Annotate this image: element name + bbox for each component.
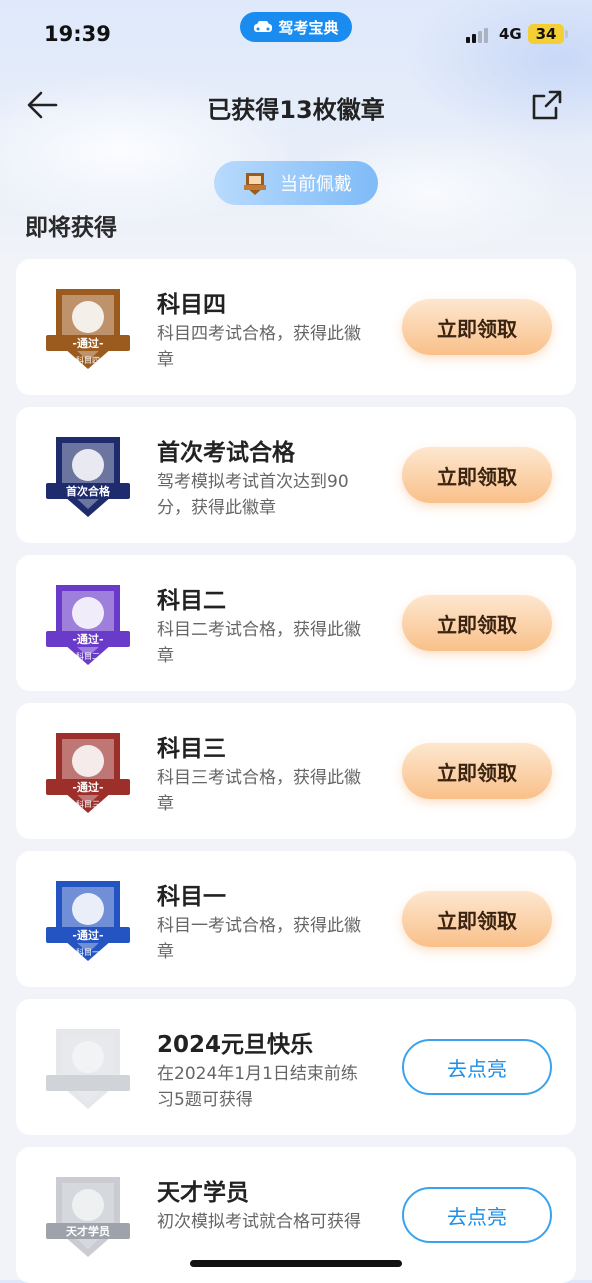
badge-description: 驾考模拟考试首次达到90分，获得此徽章 — [157, 472, 349, 518]
badge-card: -通过- 科目四 科目四 科目四考试合格，获得此徽章 立即领取 — [16, 259, 576, 395]
app-return-pill[interactable]: 驾考宝典 — [240, 12, 352, 42]
app-pill-label: 驾考宝典 — [278, 18, 339, 37]
light-up-button[interactable]: 去点亮 — [402, 1187, 552, 1243]
battery-icon: 34 — [528, 24, 568, 44]
signal-icon — [466, 28, 488, 43]
home-indicator — [190, 1260, 402, 1267]
badge-title: 2024元旦快乐 — [157, 1032, 314, 1058]
badge-title: 科目三 — [157, 736, 226, 762]
badge-title: 科目四 — [157, 292, 226, 318]
first-exam-pass-badge-icon: 首次合格 — [46, 437, 130, 517]
badge-ribbon-text: -通过- — [72, 632, 103, 646]
claim-button[interactable]: 立即领取 — [402, 743, 552, 799]
current-wearing-label: 当前佩戴 — [280, 174, 352, 195]
claim-button[interactable]: 立即领取 — [402, 891, 552, 947]
share-icon[interactable] — [530, 88, 564, 122]
badge-card: 首次合格 首次考试合格 驾考模拟考试首次达到90分，获得此徽章 立即领取 — [16, 407, 576, 543]
status-time: 19:39 — [44, 22, 111, 46]
badge-description: 科目四考试合格，获得此徽章 — [157, 324, 361, 370]
badge-ribbon-text: -通过- — [72, 780, 103, 794]
badge-ribbon-text: -通过- — [72, 336, 103, 350]
genius-student-badge-icon: 天才学员 — [46, 1177, 130, 1257]
subject-four-badge-icon: -通过- 科目四 — [46, 289, 130, 369]
badge-description: 在2024年1月1日结束前练习5题可获得 — [157, 1064, 358, 1110]
subject-one-badge-icon: -通过- 科目一 — [46, 881, 130, 961]
badge-card: -通过- 科目二 科目二 科目二考试合格，获得此徽章 立即领取 — [16, 555, 576, 691]
car-icon — [254, 21, 273, 32]
badge-description: 科目一考试合格，获得此徽章 — [157, 916, 361, 962]
badge-title: 科目二 — [157, 588, 226, 614]
badge-ribbon-text: -通过- — [72, 928, 103, 942]
subject-three-badge-icon: -通过- 科目三 — [46, 733, 130, 813]
badge-description: 初次模拟考试就合格可获得 — [157, 1212, 361, 1232]
badge-sub-text: 科目一 — [76, 947, 100, 957]
current-badge-icon — [244, 173, 266, 195]
badge-sub-text: 科目三 — [76, 799, 100, 809]
badge-ribbon-text: 首次合格 — [66, 484, 111, 498]
claim-button[interactable]: 立即领取 — [402, 447, 552, 503]
badge-ribbon-text: 天才学员 — [66, 1224, 110, 1238]
claim-button[interactable]: 立即领取 — [402, 595, 552, 651]
badge-title: 科目一 — [157, 884, 226, 910]
badge-title: 天才学员 — [157, 1180, 249, 1206]
badge-card: -通过- 科目三 科目三 科目三考试合格，获得此徽章 立即领取 — [16, 703, 576, 839]
nav-bar: 已获得13枚徽章 — [0, 80, 592, 130]
badge-description: 科目三考试合格，获得此徽章 — [157, 768, 361, 814]
page-title: 已获得13枚徽章 — [207, 96, 385, 124]
battery-level: 34 — [535, 25, 557, 43]
current-wearing-button[interactable]: 当前佩戴 — [214, 161, 378, 205]
badge-title: 首次考试合格 — [157, 440, 295, 466]
status-bar: 19:39 驾考宝典 4G 34 — [0, 0, 592, 70]
section-title-upcoming: 即将获得 — [25, 215, 117, 241]
badge-description: 科目二考试合格，获得此徽章 — [157, 620, 361, 666]
badge-sub-text: 科目二 — [76, 651, 100, 661]
network-type: 4G — [499, 25, 522, 43]
new-year-2024-badge-icon — [46, 1029, 130, 1109]
subject-two-badge-icon: -通过- 科目二 — [46, 585, 130, 665]
claim-button[interactable]: 立即领取 — [402, 299, 552, 355]
badge-card: -通过- 科目一 科目一 科目一考试合格，获得此徽章 立即领取 — [16, 851, 576, 987]
light-up-button[interactable]: 去点亮 — [402, 1039, 552, 1095]
badge-sub-text: 科目四 — [76, 355, 100, 365]
badge-card: 2024元旦快乐 在2024年1月1日结束前练习5题可获得 去点亮 — [16, 999, 576, 1135]
